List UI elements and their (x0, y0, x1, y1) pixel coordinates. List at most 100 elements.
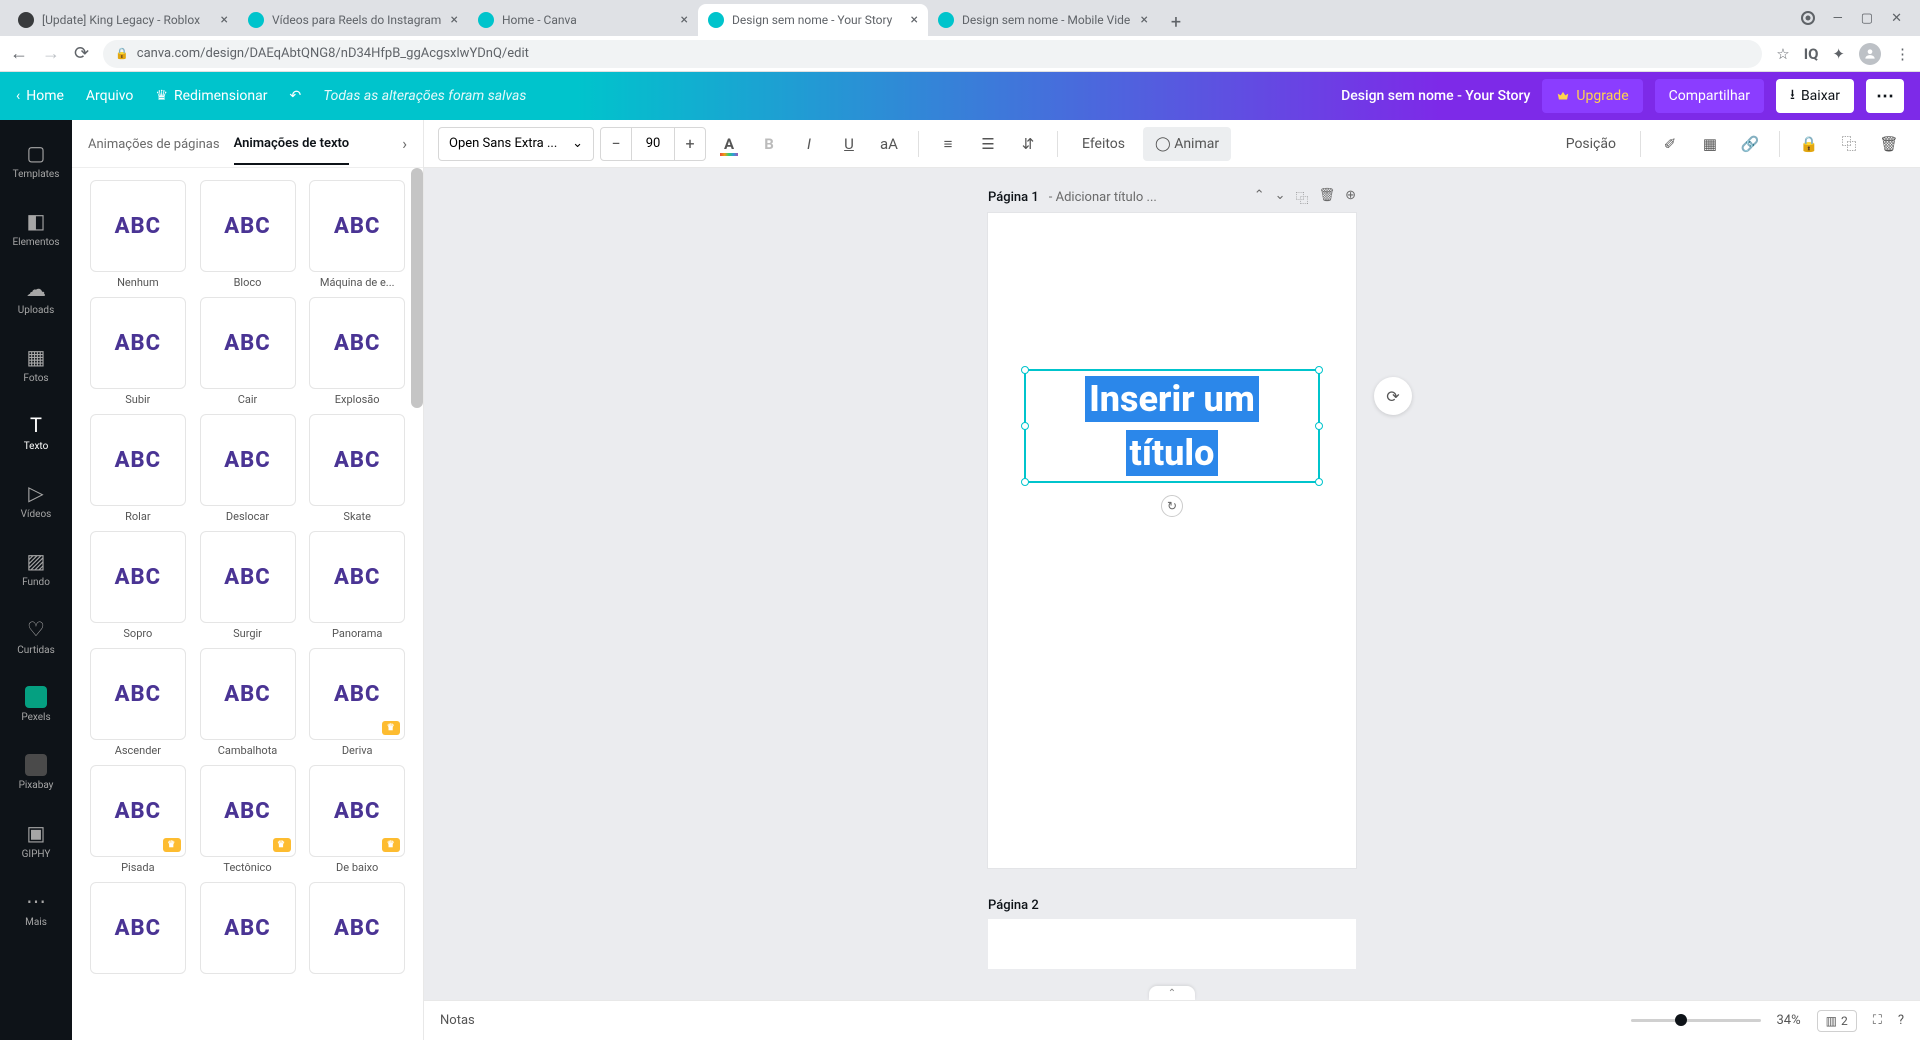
case-button[interactable]: aA (872, 127, 906, 161)
delete-icon[interactable]: 🗑 (1872, 127, 1906, 161)
resize-handle[interactable] (1021, 422, 1029, 430)
reload-icon[interactable]: ⟳ (74, 43, 89, 64)
animation-card[interactable]: ABC♛ (309, 648, 405, 740)
close-icon[interactable]: × (451, 12, 458, 28)
resize-handle[interactable] (1315, 422, 1323, 430)
font-size-value[interactable]: 90 (631, 128, 675, 160)
lock-icon[interactable]: 🔒 (1792, 127, 1826, 161)
canvas-scroll[interactable]: Página 1 - Adicionar título ... ⌃ ⌄ ⿻ 🗑 … (424, 168, 1920, 1000)
position-button[interactable]: Posição (1554, 127, 1628, 161)
animation-card[interactable]: ABC (200, 882, 296, 974)
rail-pexels[interactable]: Pexels (0, 670, 72, 738)
url-input[interactable]: 🔒 canva.com/design/DAEqAbtQNG8/nD34HfpB_… (103, 40, 1762, 68)
animation-card[interactable]: ABC (200, 648, 296, 740)
list-button[interactable]: ☰ (971, 127, 1005, 161)
animation-card[interactable]: ABC (309, 414, 405, 506)
forward-icon[interactable]: → (42, 43, 60, 64)
rail-texto[interactable]: TTexto (0, 398, 72, 466)
menu-icon[interactable]: ⋮ (1895, 45, 1910, 63)
animation-card[interactable]: ABC (90, 531, 186, 623)
chevron-down-icon[interactable]: ⌄ (1275, 188, 1286, 207)
animation-card[interactable]: ABC (90, 882, 186, 974)
star-icon[interactable]: ☆ (1776, 45, 1789, 63)
rotate-handle[interactable]: ↻ (1161, 495, 1183, 517)
rail-fundo[interactable]: ▨Fundo (0, 534, 72, 602)
delete-page-icon[interactable]: 🗑 (1319, 188, 1336, 207)
browser-tab[interactable]: Home - Canva × (468, 4, 698, 36)
maximize-icon[interactable]: ▢ (1861, 11, 1873, 26)
text-element[interactable]: Inserir um título ↻ (1024, 369, 1320, 483)
link-icon[interactable]: 🔗 (1733, 127, 1767, 161)
browser-tab[interactable]: [Update] King Legacy - Roblox × (8, 4, 238, 36)
resize-handle[interactable] (1021, 478, 1029, 486)
animation-card[interactable]: ABC (200, 180, 296, 272)
resize-handle[interactable] (1315, 366, 1323, 374)
eyedropper-icon[interactable]: ✐ (1653, 127, 1687, 161)
rail-curtidas[interactable]: ♡Curtidas (0, 602, 72, 670)
rail-mais[interactable]: ⋯Mais (0, 874, 72, 942)
animation-card[interactable]: ABC (200, 297, 296, 389)
animation-card[interactable]: ABC (309, 531, 405, 623)
close-icon[interactable]: × (1141, 12, 1148, 28)
canvas-page-2[interactable] (988, 919, 1356, 969)
resize-handle[interactable] (1315, 478, 1323, 486)
extensions-icon[interactable]: ✦ (1832, 45, 1845, 63)
close-icon[interactable]: × (681, 12, 688, 28)
rail-videos[interactable]: ▷Vídeos (0, 466, 72, 534)
home-button[interactable]: ‹ Home (16, 88, 64, 104)
animation-card[interactable]: ABC♛ (90, 765, 186, 857)
file-menu[interactable]: Arquivo (86, 88, 134, 104)
page-title-placeholder[interactable]: - Adicionar título ... (1049, 190, 1157, 205)
animate-button[interactable]: ◯ Animar (1143, 127, 1231, 161)
more-button[interactable]: ⋯ (1866, 79, 1904, 113)
account-dot-icon[interactable] (1801, 11, 1815, 25)
rail-fotos[interactable]: ▦Fotos (0, 330, 72, 398)
text-content[interactable]: Inserir um título (1027, 372, 1317, 480)
bold-button[interactable]: B (752, 127, 786, 161)
browser-tab-active[interactable]: Design sem nome - Your Story × (698, 4, 928, 36)
undo-button[interactable]: ↶ (289, 88, 301, 104)
animation-card[interactable]: ABC♛ (200, 765, 296, 857)
rail-uploads[interactable]: ☁Uploads (0, 262, 72, 330)
animation-card[interactable]: ABC (90, 414, 186, 506)
expand-pages-button[interactable]: ⌃ (1149, 986, 1195, 1000)
add-page-icon[interactable]: ⊕ (1345, 188, 1356, 207)
rail-elementos[interactable]: ◧Elementos (0, 194, 72, 262)
text-color-button[interactable]: A (712, 127, 746, 161)
help-icon[interactable]: ? (1898, 1013, 1904, 1028)
browser-tab[interactable]: Vídeos para Reels do Instagram × (238, 4, 468, 36)
animation-card[interactable]: ABC (200, 531, 296, 623)
slider-thumb[interactable] (1675, 1014, 1687, 1026)
tab-page-animations[interactable]: Animações de páginas (88, 137, 220, 164)
font-selector[interactable]: Open Sans Extra ... ⌄ (438, 127, 594, 161)
regenerate-button[interactable]: ⟳ (1374, 377, 1412, 415)
italic-button[interactable]: I (792, 127, 826, 161)
resize-button[interactable]: ♛ Redimensionar (155, 88, 267, 104)
transparency-icon[interactable]: ▦ (1693, 127, 1727, 161)
spacing-button[interactable]: ⇵ (1011, 127, 1045, 161)
share-button[interactable]: Compartilhar (1655, 79, 1764, 113)
effects-button[interactable]: Efeitos (1070, 127, 1137, 161)
tab-text-animations[interactable]: Animações de texto (234, 136, 350, 165)
notes-button[interactable]: Notas (440, 1013, 475, 1028)
copy-page-icon[interactable]: ⿻ (1296, 188, 1309, 207)
animation-card[interactable]: ABC (90, 648, 186, 740)
animation-card[interactable]: ABC (90, 180, 186, 272)
fullscreen-icon[interactable]: ⛶ (1873, 1013, 1882, 1028)
minimize-icon[interactable]: — (1833, 11, 1843, 26)
animation-card[interactable]: ABC (200, 414, 296, 506)
chevron-right-icon[interactable]: › (402, 134, 407, 153)
rail-templates[interactable]: ▢Templates (0, 126, 72, 194)
rail-giphy[interactable]: ▣GIPHY (0, 806, 72, 874)
browser-tab[interactable]: Design sem nome - Mobile Vide × (928, 4, 1158, 36)
animation-card[interactable]: ABC (90, 297, 186, 389)
page-indicator[interactable]: ▥ 2 (1817, 1010, 1857, 1032)
underline-button[interactable]: U (832, 127, 866, 161)
profile-avatar[interactable] (1859, 43, 1881, 65)
zoom-slider[interactable] (1631, 1019, 1761, 1022)
animation-card[interactable]: ABC♛ (309, 765, 405, 857)
increase-size-button[interactable]: + (675, 134, 705, 153)
close-icon[interactable]: × (911, 12, 918, 28)
panel-scrollbar[interactable] (411, 168, 423, 408)
iq-icon[interactable]: IQ (1804, 45, 1819, 63)
